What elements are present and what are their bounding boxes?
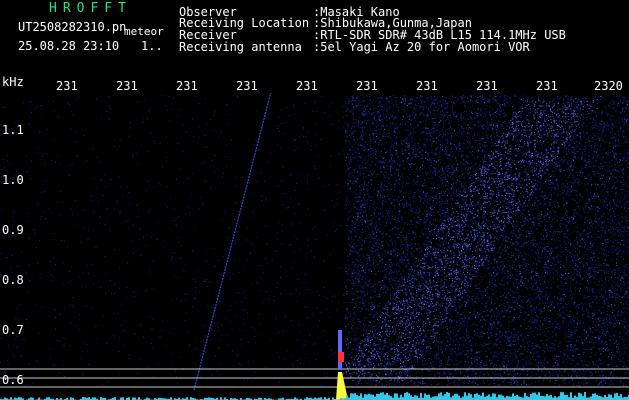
- x-tick-label: 231: [356, 79, 378, 93]
- filename-label: UT2508282310.pn: [18, 20, 127, 34]
- y-tick-label: 1.0: [2, 173, 24, 187]
- y-tick-label: 0.6: [2, 373, 24, 387]
- x-tick-label: 231: [416, 79, 438, 93]
- meteor-trace: [193, 93, 272, 391]
- counter-label: 1..: [141, 39, 163, 53]
- burst-body: [338, 330, 342, 370]
- y-tick-label: 0.8: [2, 273, 24, 287]
- program-name: HROFFT: [49, 1, 132, 16]
- noise-right: [345, 95, 629, 386]
- x-tick-label: 231: [56, 79, 78, 93]
- spectrogram-plot: [0, 93, 629, 400]
- y-tick-label: 0.9: [2, 223, 24, 237]
- burst-head: [338, 352, 344, 362]
- x-tick-label: 231: [536, 79, 558, 93]
- antenna-label: Receiving antenna: [179, 40, 302, 54]
- noise-left: [0, 95, 345, 386]
- x-tick-label: 231: [296, 79, 318, 93]
- x-tick-label: 231: [176, 79, 198, 93]
- mode-label: meteor: [124, 25, 164, 38]
- x-tick-label: 231: [476, 79, 498, 93]
- antenna-value: :5el Yagi Az 20 for Aomori VOR: [313, 40, 530, 54]
- y-unit-label: kHz: [2, 75, 24, 89]
- y-tick-label: 1.1: [2, 123, 24, 137]
- x-tick-label: 2320: [594, 79, 623, 93]
- x-tick-label: 231: [116, 79, 138, 93]
- y-tick-label: 0.7: [2, 323, 24, 337]
- header-panel: HROFFT UT2508282310.pn meteor 25.08.28 2…: [0, 0, 629, 82]
- x-tick-label: 231: [236, 79, 258, 93]
- datetime-label: 25.08.28 23:10: [18, 39, 120, 53]
- baseline-activity: [0, 392, 629, 400]
